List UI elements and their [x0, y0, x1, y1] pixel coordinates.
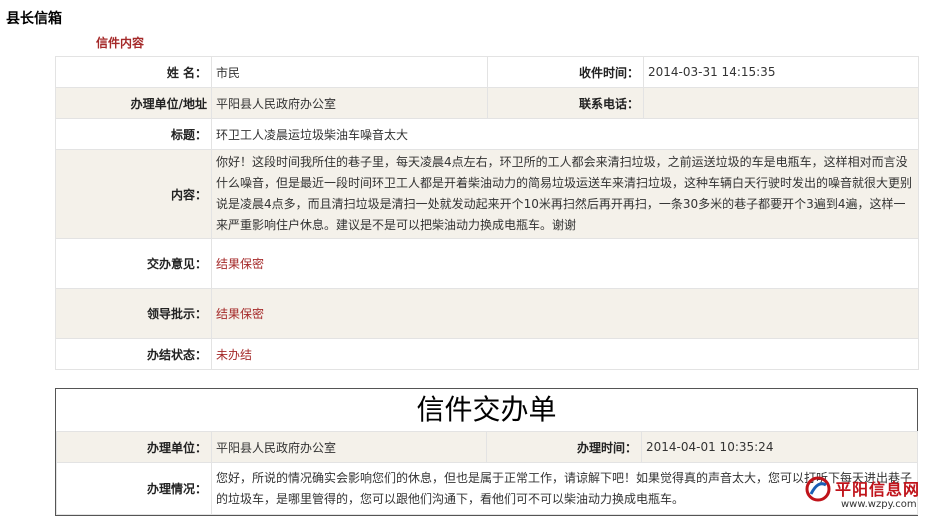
row-name: 姓 名： 市民 收件时间： 2014-03-31 14:15:35: [55, 56, 919, 88]
recv-time-value: 2014-03-31 14:15:35: [643, 56, 919, 88]
watermark-url: www.wzpy.com: [841, 499, 917, 510]
handle-unit-label: 办理单位：: [56, 431, 212, 463]
content-label: 内容：: [55, 149, 212, 239]
opinion-value: 结果保密: [211, 238, 919, 289]
unit-value: 平阳县人民政府办公室: [211, 87, 488, 119]
recv-time-label: 收件时间：: [487, 56, 644, 88]
row-status: 办结状态： 未办结: [55, 338, 919, 370]
phone-label: 联系电话：: [487, 87, 644, 119]
site-logo-icon: [805, 476, 831, 502]
unit-label: 办理单位/地址: [55, 87, 212, 119]
section-title: 信件内容: [96, 36, 145, 50]
handle-time-value: 2014-04-01 10:35:24: [641, 431, 918, 463]
phone-value: [643, 87, 919, 119]
row-handle-situation: 办理情况： 您好，所说的情况确实会影响您们的休息，但也是属于正常工作，请谅解下吧…: [56, 462, 918, 515]
name-value: 市民: [211, 56, 488, 88]
row-content: 内容： 你好！这段时间我所住的巷子里，每天凌晨4点左右，环卫所的工人都会来清扫垃…: [55, 149, 919, 239]
subject-label: 标题：: [55, 118, 212, 150]
status-label: 办结状态：: [55, 338, 212, 370]
name-label: 姓 名：: [55, 56, 212, 88]
subject-value: 环卫工人凌晨运垃圾柴油车噪音太大: [211, 118, 919, 150]
handling-form: 信件交办单 办理单位： 平阳县人民政府办公室 办理时间： 2014-04-01 …: [55, 388, 918, 516]
handling-table: 办理单位： 平阳县人民政府办公室 办理时间： 2014-04-01 10:35:…: [56, 431, 918, 515]
watermark: 平阳信息网 www.wzpy.com: [805, 474, 920, 514]
leader-label: 领导批示：: [55, 288, 212, 339]
content-value: 你好！这段时间我所住的巷子里，每天凌晨4点左右，环卫所的工人都会来清扫垃圾，之前…: [211, 149, 919, 239]
handling-heading: 信件交办单: [416, 393, 557, 426]
letter-info-table: 姓 名： 市民 收件时间： 2014-03-31 14:15:35 办理单位/地…: [55, 56, 919, 370]
row-leader: 领导批示： 结果保密: [55, 288, 919, 339]
row-handle-unit: 办理单位： 平阳县人民政府办公室 办理时间： 2014-04-01 10:35:…: [56, 431, 918, 463]
page-title: 县长信箱: [6, 11, 62, 27]
opinion-label: 交办意见：: [55, 238, 212, 289]
leader-value: 结果保密: [211, 288, 919, 339]
handle-time-label: 办理时间：: [486, 431, 642, 463]
watermark-name: 平阳信息网: [835, 480, 921, 499]
handle-unit-value: 平阳县人民政府办公室: [211, 431, 487, 463]
row-unit: 办理单位/地址 平阳县人民政府办公室 联系电话：: [55, 87, 919, 119]
row-opinion: 交办意见： 结果保密: [55, 238, 919, 289]
status-value: 未办结: [211, 338, 919, 370]
handle-situation-label: 办理情况：: [56, 462, 212, 515]
row-subject: 标题： 环卫工人凌晨运垃圾柴油车噪音太大: [55, 118, 919, 150]
